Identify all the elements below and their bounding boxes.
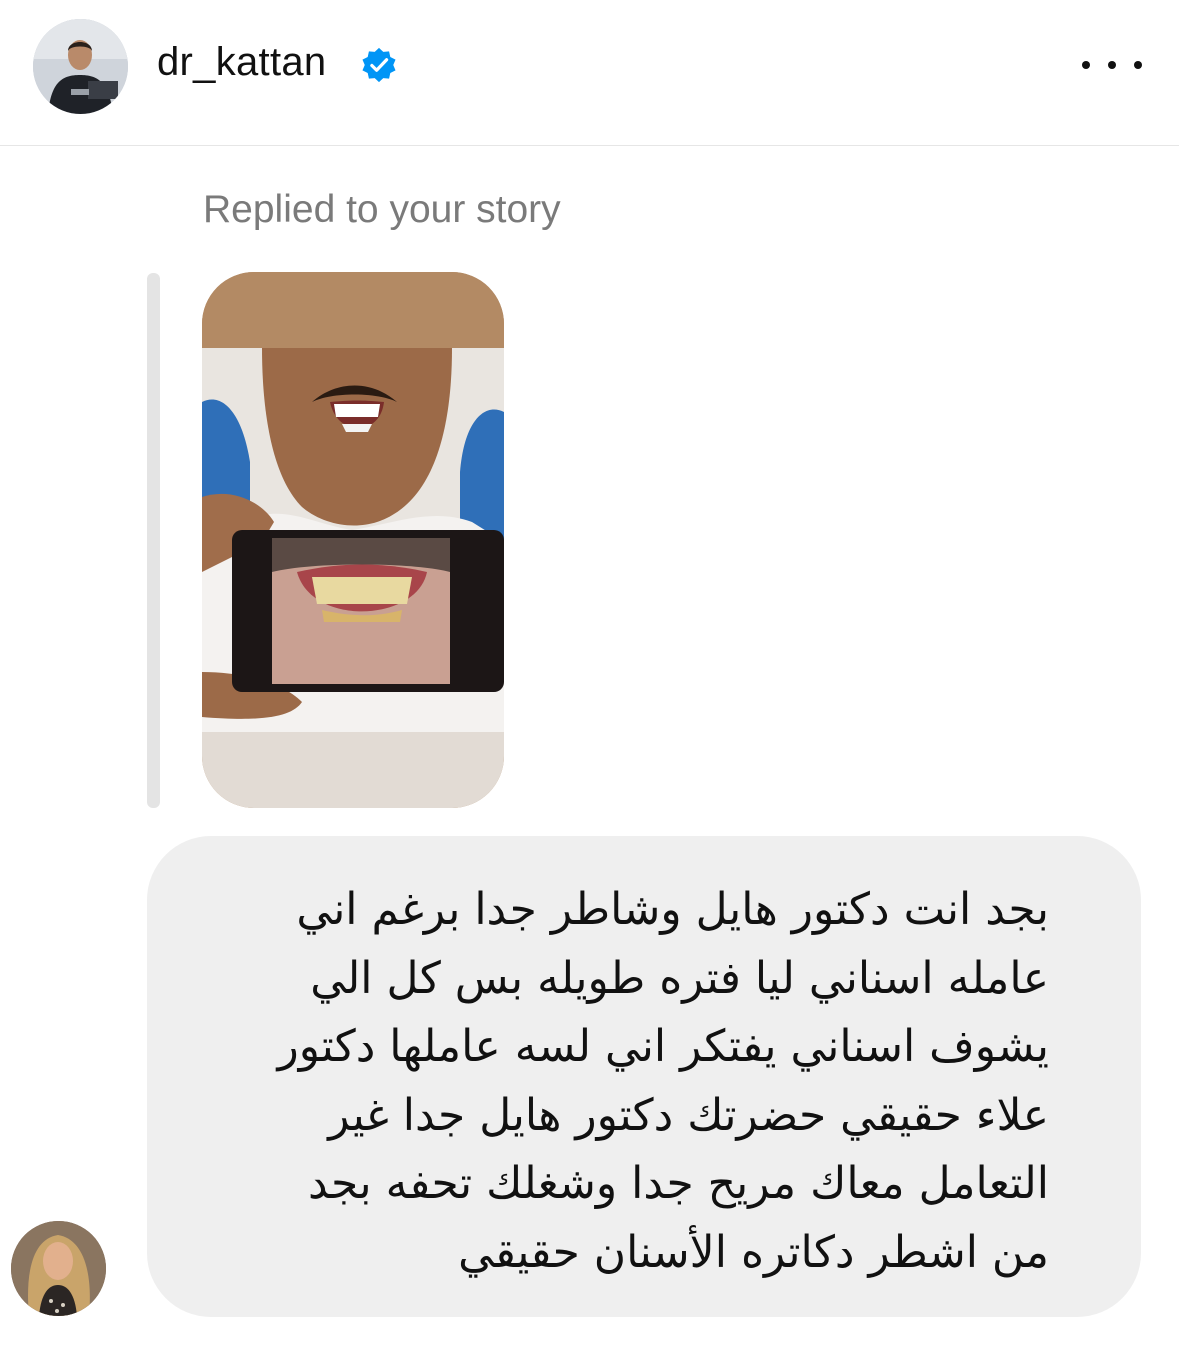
verified-badge-icon	[362, 47, 396, 83]
chat-header: dr_kattan	[0, 0, 1179, 146]
reply-indicator-bar	[147, 273, 160, 808]
message-line: التعامل معاك مريح جدا وشغلك تحفه بجد	[307, 1158, 1049, 1209]
sender-avatar[interactable]	[11, 1221, 106, 1316]
story-thumbnail[interactable]	[202, 272, 504, 808]
message-bubble[interactable]: بجد انت دكتور هايل وشاطر جدا برغم اني عا…	[147, 836, 1141, 1317]
sender-photo	[11, 1221, 106, 1316]
profile-photo	[33, 19, 128, 114]
username[interactable]: dr_kattan	[157, 40, 326, 85]
message-line: عامله اسناني ليا فتره طويله بس كل الي	[310, 952, 1049, 1004]
message-line: من اشطر دكاتره الأسنان حقيقي	[458, 1226, 1049, 1278]
avatar[interactable]	[33, 19, 128, 114]
more-options-icon[interactable]	[1082, 46, 1142, 84]
story-image	[202, 272, 504, 808]
message-line: يشوف اسناني يفتكر اني لسه عاملها دكتور	[277, 1021, 1049, 1072]
message-line: علاء حقيقي حضرتك دكتور هايل جدا غير	[328, 1089, 1049, 1141]
replied-label: Replied to your story	[203, 188, 561, 231]
message-line: بجد انت دكتور هايل وشاطر جدا برغم اني	[296, 884, 1049, 935]
dm-thread: dr_kattan Replied to your story بجد انت …	[0, 0, 1179, 1347]
message-text: بجد انت دكتور هايل وشاطر جدا برغم اني عا…	[144, 876, 1049, 1287]
